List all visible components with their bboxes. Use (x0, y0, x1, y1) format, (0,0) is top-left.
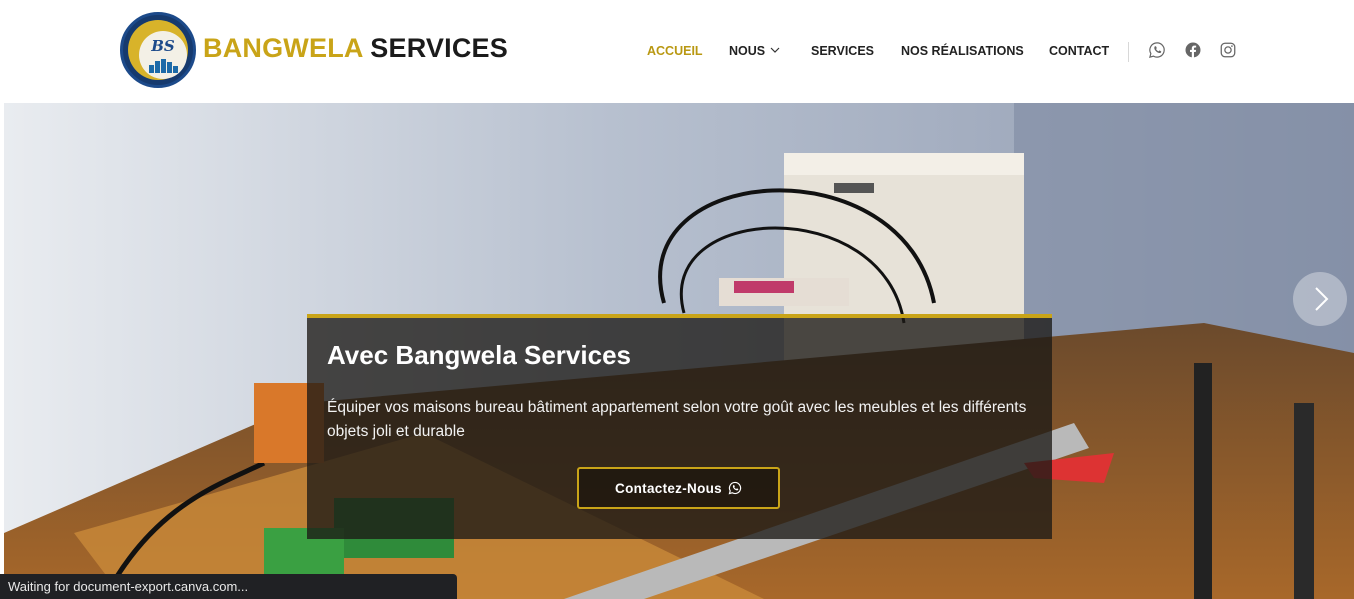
hero-slider: Avec Bangwela Services Équiper vos maiso… (4, 103, 1354, 599)
hero-title: Avec Bangwela Services (327, 340, 631, 370)
hero-description: Équiper vos maisons bureau bâtiment appa… (327, 399, 1027, 440)
nav-item-nous[interactable]: NOUS (729, 44, 780, 58)
instagram-icon[interactable] (1219, 41, 1237, 59)
nav-item-services[interactable]: SERVICES (811, 44, 874, 58)
nav-item-accueil[interactable]: ACCUEIL (647, 44, 703, 58)
nav-item-nos-realisations[interactable]: NOS RÉALISATIONS (901, 44, 1024, 58)
browser-status-bar: Waiting for document-export.canva.com... (0, 574, 457, 599)
nav-item-nous-label: NOUS (729, 44, 766, 58)
logo-building-icon (149, 59, 178, 73)
contact-us-button[interactable]: Contactez-Nous (577, 467, 780, 509)
chevron-down-icon (770, 47, 780, 53)
nav-item-contact[interactable]: CONTACT (1049, 44, 1109, 58)
contact-us-button-label: Contactez-Nous (615, 480, 722, 496)
whatsapp-icon[interactable] (1148, 41, 1166, 59)
hero-caption: Avec Bangwela Services Équiper vos maiso… (307, 314, 1052, 539)
site-header: BS BANGWELA SERVICES ACCUEIL NOUS SERVIC… (0, 0, 1354, 103)
chevron-right-icon (1315, 287, 1329, 311)
nav-divider (1128, 42, 1129, 62)
facebook-icon[interactable] (1184, 41, 1202, 59)
whatsapp-icon (728, 481, 742, 495)
slider-next-button[interactable] (1293, 272, 1347, 326)
